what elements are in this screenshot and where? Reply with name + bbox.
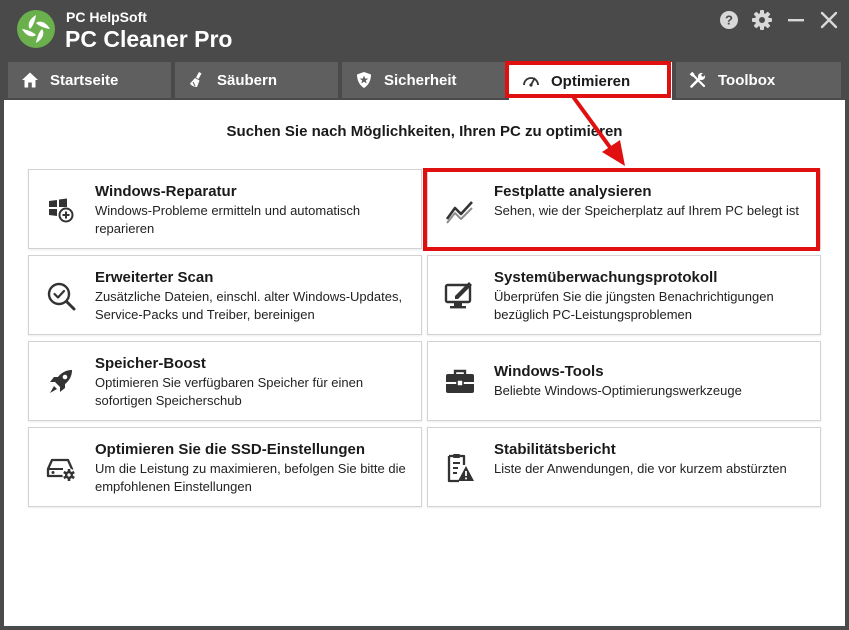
card-description: Optimieren Sie verfügbaren Speicher für …: [95, 375, 364, 408]
card-systemueberwachungsprotokoll[interactable]: Systemüberwachungsprotokoll Überprüfen S…: [427, 255, 821, 335]
gear-icon[interactable]: [751, 9, 773, 31]
card-description: Zusätzliche Dateien, einschl. alter Wind…: [95, 289, 403, 322]
card-description: Sehen, wie der Speicherplatz auf Ihrem P…: [494, 203, 799, 218]
chart-line-icon: [444, 194, 476, 226]
card-title: Windows-Tools: [494, 363, 604, 380]
tab-toolbox[interactable]: Toolbox: [676, 62, 841, 98]
card-windows-reparatur[interactable]: Windows-Reparatur Windows-Probleme ermit…: [28, 169, 422, 249]
tab-saeubern[interactable]: Säubern: [175, 62, 338, 98]
home-icon: [20, 70, 40, 90]
main-tab-bar: Startseite Säubern Sicherheit Optimieren…: [0, 60, 849, 100]
card-title: Speicher-Boost: [95, 355, 206, 372]
tab-sicherheit[interactable]: Sicherheit: [342, 62, 505, 98]
report-warning-icon: [444, 452, 476, 484]
card-description: Um die Leistung zu maximieren, befolgen …: [95, 461, 406, 494]
help-icon[interactable]: ?: [718, 9, 740, 31]
tab-optimieren[interactable]: Optimieren: [509, 62, 672, 100]
card-title: Stabilitätsbericht: [494, 441, 616, 458]
card-title: Erweiterter Scan: [95, 269, 214, 286]
card-title: Festplatte analysieren: [494, 183, 652, 200]
app-title: PC Cleaner Pro: [65, 26, 233, 52]
card-windows-tools[interactable]: Windows-Tools Beliebte Windows-Optimieru…: [427, 341, 821, 421]
broom-icon: [187, 70, 207, 90]
close-icon[interactable]: [818, 9, 840, 31]
main-panel: Suchen Sie nach Möglichkeiten, Ihren PC …: [4, 100, 845, 626]
title-bar: PC HelpSoft PC Cleaner Pro ?: [0, 0, 849, 60]
rocket-icon: [45, 366, 77, 398]
card-description: Überprüfen Sie die jüngsten Benachrichti…: [494, 289, 774, 322]
card-description: Beliebte Windows-Optimierungswerkzeuge: [494, 383, 742, 398]
shield-icon: [354, 70, 374, 90]
card-erweiterter-scan[interactable]: Erweiterter Scan Zusätzliche Dateien, ei…: [28, 255, 422, 335]
card-title: Systemüberwachungsprotokoll: [494, 269, 718, 286]
ssd-gear-icon: [45, 452, 77, 484]
brand-company: PC HelpSoft: [66, 9, 147, 25]
page-heading: Suchen Sie nach Möglichkeiten, Ihren PC …: [226, 123, 623, 140]
tab-label: Optimieren: [551, 72, 631, 90]
svg-text:?: ?: [725, 13, 733, 28]
minimize-icon[interactable]: [785, 9, 807, 31]
app-logo-icon: [16, 9, 56, 49]
tab-label: Startseite: [50, 71, 119, 89]
magnifier-check-icon: [45, 280, 77, 312]
tab-startseite[interactable]: Startseite: [8, 62, 171, 98]
toolbox-icon: [444, 366, 476, 398]
card-title: Optimieren Sie die SSD-Einstellungen: [95, 441, 366, 458]
card-description: Liste der Anwendungen, die vor kurzem ab…: [494, 461, 787, 476]
card-description: Windows-Probleme ermitteln und automatis…: [95, 203, 361, 236]
monitor-edit-icon: [444, 280, 476, 312]
card-title: Windows-Reparatur: [95, 183, 237, 200]
card-speicher-boost[interactable]: Speicher-Boost Optimieren Sie verfügbare…: [28, 341, 422, 421]
card-festplatte-analysieren[interactable]: Festplatte analysieren Sehen, wie der Sp…: [427, 169, 821, 249]
tab-label: Toolbox: [718, 71, 776, 89]
tab-label: Säubern: [217, 71, 278, 89]
card-ssd-einstellungen[interactable]: Optimieren Sie die SSD-Einstellungen Um …: [28, 427, 422, 507]
tab-label: Sicherheit: [384, 71, 457, 89]
windows-repair-icon: [45, 194, 77, 226]
card-stabilitaetsbericht[interactable]: Stabilitätsbericht Liste der Anwendungen…: [427, 427, 821, 507]
speedometer-icon: [521, 71, 541, 91]
tools-icon: [688, 70, 708, 90]
